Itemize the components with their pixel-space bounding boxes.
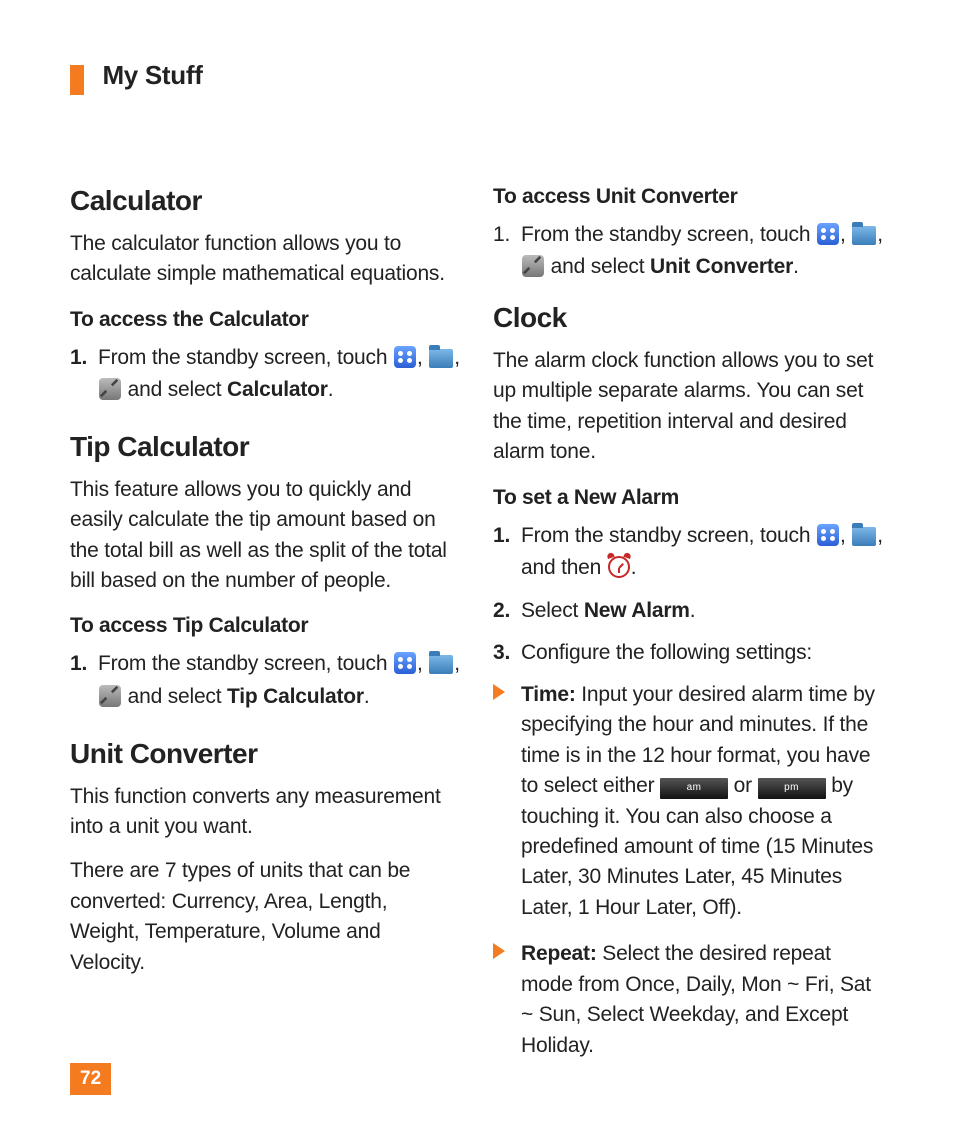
clock-desc: The alarm clock function allows you to s… (493, 346, 884, 468)
sep: , (454, 346, 460, 369)
step-bold: Unit Converter (650, 255, 793, 278)
step-text-post2: . (793, 255, 799, 278)
menu-icon (394, 652, 416, 674)
step-number: 1. (70, 648, 87, 681)
heading-tip-calculator: Tip Calculator (70, 431, 461, 463)
heading-unit-converter: Unit Converter (70, 738, 461, 770)
step-text: Configure the following settings: (521, 641, 812, 664)
unit-desc-2: There are 7 types of units that can be c… (70, 856, 461, 978)
sep: , (417, 652, 428, 675)
tools-icon (522, 255, 544, 277)
heading-calculator: Calculator (70, 185, 461, 217)
step-text-pre: From the standby screen, touch (98, 346, 393, 369)
alarm-step-3: 3. Configure the following settings: (493, 637, 884, 670)
step-bold: Calculator (227, 378, 328, 401)
folder-icon (852, 527, 876, 546)
step-text-post: . (631, 556, 637, 579)
bullet-label: Repeat: (521, 942, 597, 965)
right-column: To access Unit Converter 1. From the sta… (493, 185, 884, 1077)
tip-desc: This feature allows you to quickly and e… (70, 475, 461, 597)
sep: , (840, 223, 851, 246)
left-column: Calculator The calculator function allow… (70, 185, 461, 1077)
step-bold: New Alarm (584, 599, 690, 622)
step-number: 2. (493, 595, 510, 628)
bullet-time: Time: Input your desired alarm time by s… (493, 680, 884, 924)
subhead-tip-access: To access Tip Calculator (70, 614, 461, 638)
bullet-label: Time: (521, 683, 576, 706)
step-text-pre: Select (521, 599, 584, 622)
step-text-pre: From the standby screen, touch (521, 223, 816, 246)
tip-step-1: 1. From the standby screen, touch , , an… (70, 648, 461, 713)
menu-icon (817, 524, 839, 546)
sep: , (454, 652, 460, 675)
arrow-right-icon (493, 684, 505, 700)
sep: , (417, 346, 428, 369)
am-badge: am (660, 778, 728, 799)
alarm-step-2: 2. Select New Alarm. (493, 595, 884, 628)
folder-icon (429, 349, 453, 368)
step-text-post1: and select (551, 255, 650, 278)
step-text-post1: and select (128, 378, 227, 401)
step-text-post2: . (328, 378, 334, 401)
step-text-post1: and select (128, 685, 227, 708)
step-text-pre: From the standby screen, touch (98, 652, 393, 675)
menu-icon (817, 223, 839, 245)
step-text-post: . (690, 599, 696, 622)
accent-bar (70, 65, 84, 95)
bullet-repeat: Repeat: Select the desired repeat mode f… (493, 939, 884, 1061)
tools-icon (99, 378, 121, 400)
calculator-step-1: 1. From the standby screen, touch , , an… (70, 342, 461, 407)
pm-badge: pm (758, 778, 826, 799)
sep: , (877, 223, 883, 246)
step-number: 1. (493, 520, 510, 553)
step-bold: Tip Calculator (227, 685, 364, 708)
page-number: 72 (70, 1063, 111, 1095)
folder-icon (852, 226, 876, 245)
unit-step-1: 1. From the standby screen, touch , , an… (493, 219, 884, 284)
alarm-step-1: 1. From the standby screen, touch , , an… (493, 520, 884, 585)
step-text-post2: . (364, 685, 370, 708)
or-text: or (728, 774, 758, 797)
subhead-calculator-access: To access the Calculator (70, 308, 461, 332)
step-number: 1. (493, 219, 510, 252)
calculator-desc: The calculator function allows you to ca… (70, 229, 461, 290)
subhead-unit-access: To access Unit Converter (493, 185, 884, 209)
arrow-right-icon (493, 943, 505, 959)
alarm-clock-icon (608, 556, 630, 578)
folder-icon (429, 655, 453, 674)
page-header: My Stuff (70, 60, 884, 95)
heading-clock: Clock (493, 302, 884, 334)
step-number: 1. (70, 342, 87, 375)
step-number: 3. (493, 637, 510, 670)
tools-icon (99, 685, 121, 707)
sep: , (840, 524, 851, 547)
section-title: My Stuff (102, 60, 202, 90)
unit-desc-1: This function converts any measurement i… (70, 782, 461, 843)
subhead-new-alarm: To set a New Alarm (493, 486, 884, 510)
step-text-pre: From the standby screen, touch (521, 524, 816, 547)
content-columns: Calculator The calculator function allow… (70, 185, 884, 1077)
menu-icon (394, 346, 416, 368)
